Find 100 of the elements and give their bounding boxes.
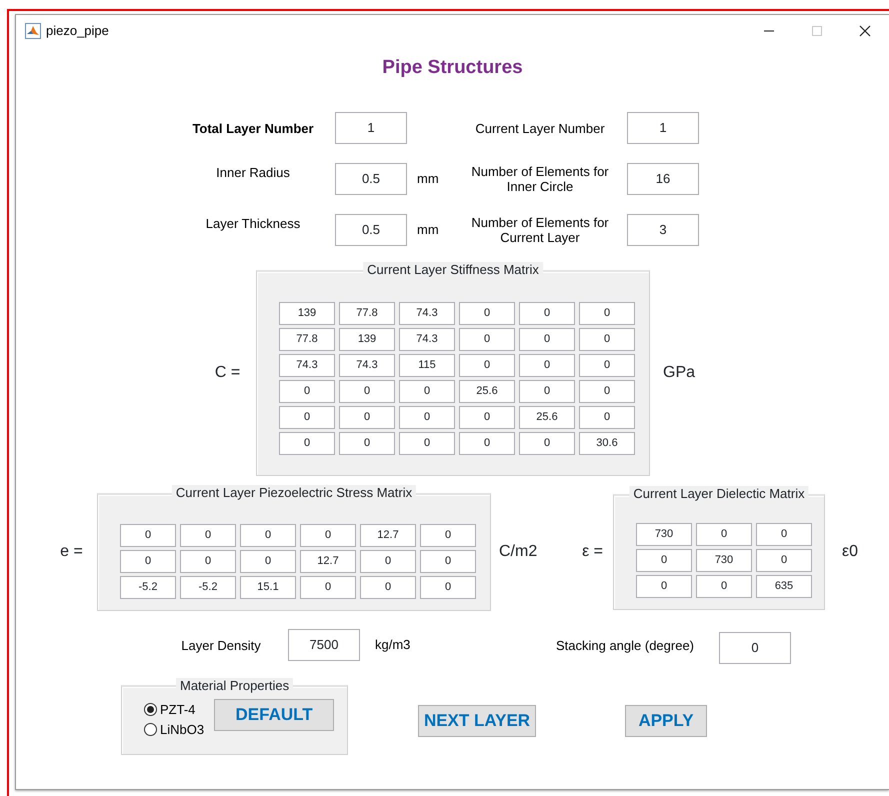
matrix-field[interactable]: 730: [696, 549, 752, 572]
panel-title: Current Layer Stiffness Matrix: [363, 262, 543, 278]
matrix-field[interactable]: 0: [240, 524, 296, 547]
matrix-field[interactable]: 0: [579, 380, 635, 403]
matrix-field[interactable]: 0: [420, 576, 476, 599]
unit-label: mm: [417, 171, 439, 186]
matrix-field[interactable]: 0: [279, 380, 335, 403]
matrix-symbol: e =: [59, 542, 84, 562]
matrix-field[interactable]: 12.7: [360, 524, 416, 547]
field-label: Number of Elements for Inner Circle: [470, 164, 610, 194]
matrix-symbol: C =: [214, 363, 242, 383]
matrix-field[interactable]: 74.3: [339, 354, 395, 377]
matrix-field[interactable]: 635: [756, 575, 812, 598]
input-field[interactable]: 16: [627, 163, 699, 195]
default-button[interactable]: DEFAULT: [214, 699, 334, 731]
matrix-field[interactable]: 0: [756, 549, 812, 572]
matrix-field[interactable]: 0: [579, 328, 635, 351]
matrix-field[interactable]: 0: [696, 523, 752, 546]
radio-label[interactable]: LiNbO3: [160, 722, 204, 737]
matrix-symbol: ε =: [581, 542, 604, 562]
matrix-field[interactable]: 0: [636, 575, 692, 598]
matrix-field[interactable]: 0: [279, 406, 335, 429]
matrix-field[interactable]: 115: [399, 354, 455, 377]
matrix-field[interactable]: 0: [459, 302, 515, 325]
matrix-field[interactable]: 0: [519, 432, 575, 455]
matrix-field[interactable]: 0: [459, 328, 515, 351]
panel-title: Current Layer Piezoelectric Stress Matrix: [172, 485, 416, 501]
matrix-field[interactable]: 0: [279, 432, 335, 455]
field-label: Stacking angle (degree): [554, 638, 696, 652]
unit-label: kg/m3: [375, 637, 410, 652]
input-field[interactable]: 1: [335, 112, 407, 144]
page-heading: Pipe Structures: [381, 56, 524, 80]
radio-button[interactable]: [144, 723, 157, 736]
matrix-field[interactable]: -5.2: [180, 576, 236, 599]
matrix-field[interactable]: 0: [420, 550, 476, 573]
field-label: Number of Elements for Current Layer: [470, 215, 610, 245]
matrix-field[interactable]: 25.6: [519, 406, 575, 429]
matrix-field[interactable]: 0: [180, 550, 236, 573]
matrix-field[interactable]: 25.6: [459, 380, 515, 403]
unit-label: GPa: [663, 363, 696, 383]
matrix-field[interactable]: 0: [120, 550, 176, 573]
matrix-field[interactable]: 0: [360, 576, 416, 599]
field-label: Layer Density: [180, 638, 262, 652]
matrix-field[interactable]: 0: [519, 354, 575, 377]
input-field[interactable]: 1: [627, 112, 699, 144]
panel-title: Material Properties: [176, 678, 294, 694]
input-field[interactable]: 3: [627, 214, 699, 246]
matrix-field[interactable]: 77.8: [279, 328, 335, 351]
radio-label[interactable]: PZT-4: [160, 702, 196, 717]
unit-label: ε0: [842, 542, 858, 562]
action-button[interactable]: NEXT LAYER: [418, 705, 536, 737]
matrix-field[interactable]: 0: [459, 354, 515, 377]
matrix-field[interactable]: 0: [420, 524, 476, 547]
matrix-field[interactable]: 730: [636, 523, 692, 546]
matrix-field[interactable]: 0: [519, 302, 575, 325]
matrix-field[interactable]: 0: [519, 328, 575, 351]
matrix-field[interactable]: 74.3: [399, 302, 455, 325]
matrix-field[interactable]: 0: [756, 523, 812, 546]
matrix-field[interactable]: 74.3: [279, 354, 335, 377]
matrix-field[interactable]: 139: [339, 328, 395, 351]
matrix-field[interactable]: 77.8: [339, 302, 395, 325]
matrix-field[interactable]: 0: [339, 380, 395, 403]
matrix-field[interactable]: 0: [399, 380, 455, 403]
input-field[interactable]: 0: [719, 632, 791, 664]
input-field[interactable]: 7500: [288, 629, 360, 661]
matrix-field[interactable]: 0: [579, 302, 635, 325]
field-label: Inner Radius: [215, 164, 291, 180]
matrix-field[interactable]: 0: [579, 354, 635, 377]
radio-button[interactable]: [144, 703, 157, 716]
input-field[interactable]: 0.5: [335, 163, 407, 195]
field-label: Layer Thickness: [204, 215, 302, 231]
matrix-field[interactable]: 30.6: [579, 432, 635, 455]
matrix-field[interactable]: 0: [120, 524, 176, 547]
matrix-field[interactable]: 0: [696, 575, 752, 598]
matrix-field[interactable]: 0: [300, 576, 356, 599]
matrix-field[interactable]: 0: [339, 406, 395, 429]
matrix-field[interactable]: 0: [399, 432, 455, 455]
matrix-field[interactable]: 0: [636, 549, 692, 572]
panel-title: Current Layer Dielectic Matrix: [629, 486, 809, 502]
matrix-field[interactable]: 12.7: [300, 550, 356, 573]
matrix-field[interactable]: -5.2: [120, 576, 176, 599]
matrix-field[interactable]: 0: [240, 550, 296, 573]
matrix-field[interactable]: 0: [519, 380, 575, 403]
app-icon: [25, 23, 41, 39]
action-button[interactable]: APPLY: [625, 705, 707, 737]
matrix-field[interactable]: 0: [300, 524, 356, 547]
matrix-field[interactable]: 74.3: [399, 328, 455, 351]
matrix-field[interactable]: 0: [339, 432, 395, 455]
matrix-field[interactable]: 15.1: [240, 576, 296, 599]
field-label: Total Layer Number: [191, 120, 315, 136]
matrix-field[interactable]: 0: [579, 406, 635, 429]
unit-label: C/m2: [499, 543, 538, 560]
matrix-field[interactable]: 0: [459, 432, 515, 455]
matrix-field[interactable]: 0: [180, 524, 236, 547]
matrix-field[interactable]: 0: [399, 406, 455, 429]
matrix-field[interactable]: 0: [459, 406, 515, 429]
field-label: Current Layer Number: [474, 120, 606, 136]
matrix-field[interactable]: 0: [360, 550, 416, 573]
input-field[interactable]: 0.5: [335, 214, 407, 246]
matrix-field[interactable]: 139: [279, 302, 335, 325]
